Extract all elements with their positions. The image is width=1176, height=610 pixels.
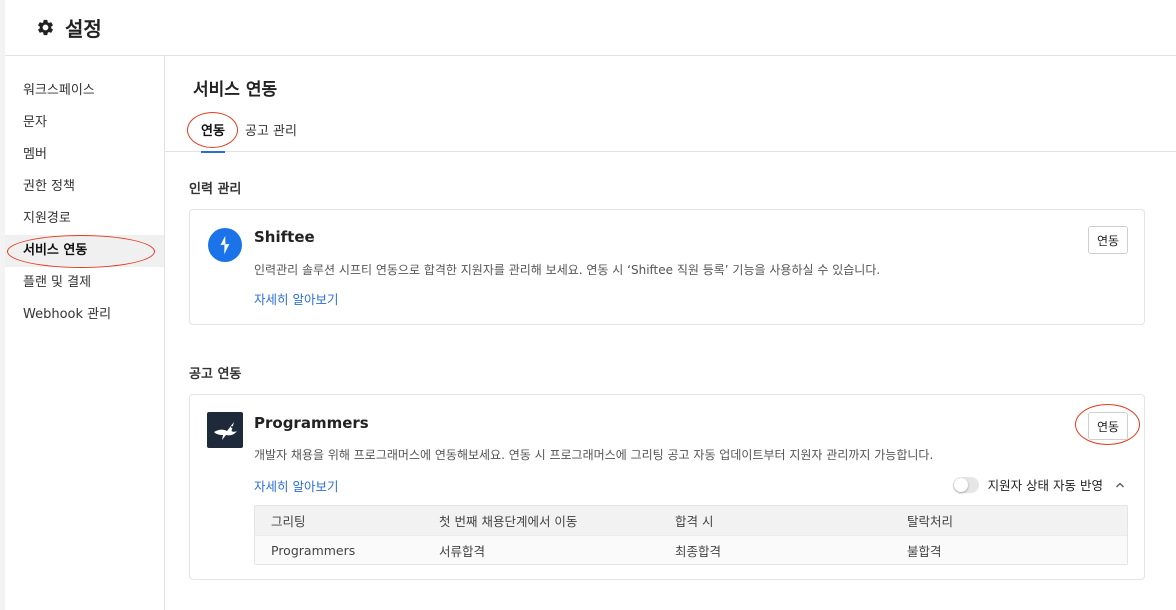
sidebar-item-application-channels[interactable]: 지원경로 [5, 203, 164, 235]
settings-sidebar: 워크스페이스 문자 멤버 권한 정책 지원경로 서비스 연동 플랜 및 결제 W… [5, 56, 165, 610]
programmers-card: Programmers 개발자 채용을 위해 프로그래머스에 연동해보세요. 연… [189, 394, 1145, 580]
toggle-knob [953, 477, 968, 492]
section-heading: 서비스 연동 [193, 80, 278, 100]
sidebar-item-webhook[interactable]: Webhook 관리 [5, 299, 164, 331]
table-header-row: 그리팅 첫 번째 채용단계에서 이동 합격 시 탈락처리 [255, 506, 1127, 535]
shiftee-connect-button[interactable]: 연동 [1088, 226, 1128, 254]
tab-job-post-management[interactable]: 공고 관리 [245, 120, 297, 152]
main-content: 서비스 연동 연동 공고 관리 인력 관리 Shiftee 인력관리 솔루션 시… [165, 56, 1176, 610]
status-mapping-table: 그리팅 첫 번째 채용단계에서 이동 합격 시 탈락처리 Programmers… [254, 505, 1128, 565]
auto-status-toggle-row: 지원자 상태 자동 반영 [952, 475, 1127, 494]
table-cell: 최종합격 [675, 543, 722, 559]
sidebar-item-permissions[interactable]: 권한 정책 [5, 171, 164, 203]
shiftee-logo [207, 227, 243, 263]
hr-section-title: 인력 관리 [189, 182, 242, 197]
sidebar-item-integrations[interactable]: 서비스 연동 [5, 235, 164, 267]
shiftee-card: Shiftee 인력관리 솔루션 시프티 연동으로 합격한 지원자를 관리해 보… [189, 209, 1145, 325]
sidebar-item-sms[interactable]: 문자 [5, 107, 164, 139]
shiftee-name: Shiftee [254, 228, 315, 246]
table-header-cell: 합격 시 [675, 514, 714, 529]
page-header: 설정 [5, 0, 1176, 56]
table-cell: Programmers [271, 542, 356, 558]
job-section-title: 공고 연동 [189, 367, 242, 382]
table-header-cell: 탈락처리 [907, 514, 954, 529]
programmers-logo [207, 412, 243, 448]
table-cell: 불합격 [907, 543, 942, 559]
sidebar-item-members[interactable]: 멤버 [5, 139, 164, 171]
sidebar-item-workspace[interactable]: 워크스페이스 [5, 75, 164, 107]
tab-integration[interactable]: 연동 [201, 120, 225, 153]
sidebar-item-plan-billing[interactable]: 플랜 및 결제 [5, 267, 164, 299]
tab-bar: 연동 공고 관리 [165, 114, 1176, 153]
programmers-name: Programmers [254, 414, 369, 432]
auto-status-toggle[interactable] [952, 476, 979, 493]
table-cell: 서류합격 [439, 543, 486, 559]
programmers-learn-more-link[interactable]: 자세히 알아보기 [254, 476, 338, 495]
chevron-up-icon[interactable] [1113, 478, 1127, 492]
shiftee-learn-more-link[interactable]: 자세히 알아보기 [254, 289, 338, 308]
auto-status-toggle-label: 지원자 상태 자동 반영 [987, 478, 1103, 493]
table-header-cell: 그리팅 [271, 514, 306, 529]
programmers-description: 개발자 채용을 위해 프로그래머스에 연동해보세요. 연동 시 프로그래머스에 … [254, 448, 934, 462]
gear-icon [35, 18, 55, 38]
shiftee-description: 인력관리 솔루션 시프티 연동으로 합격한 지원자를 관리해 보세요. 연동 시… [254, 263, 881, 277]
table-row: Programmers 서류합격 최종합격 불합격 [255, 535, 1127, 564]
page-title: 설정 [65, 17, 102, 41]
programmers-connect-button[interactable]: 연동 [1088, 412, 1128, 440]
table-header-cell: 첫 번째 채용단계에서 이동 [439, 514, 578, 529]
